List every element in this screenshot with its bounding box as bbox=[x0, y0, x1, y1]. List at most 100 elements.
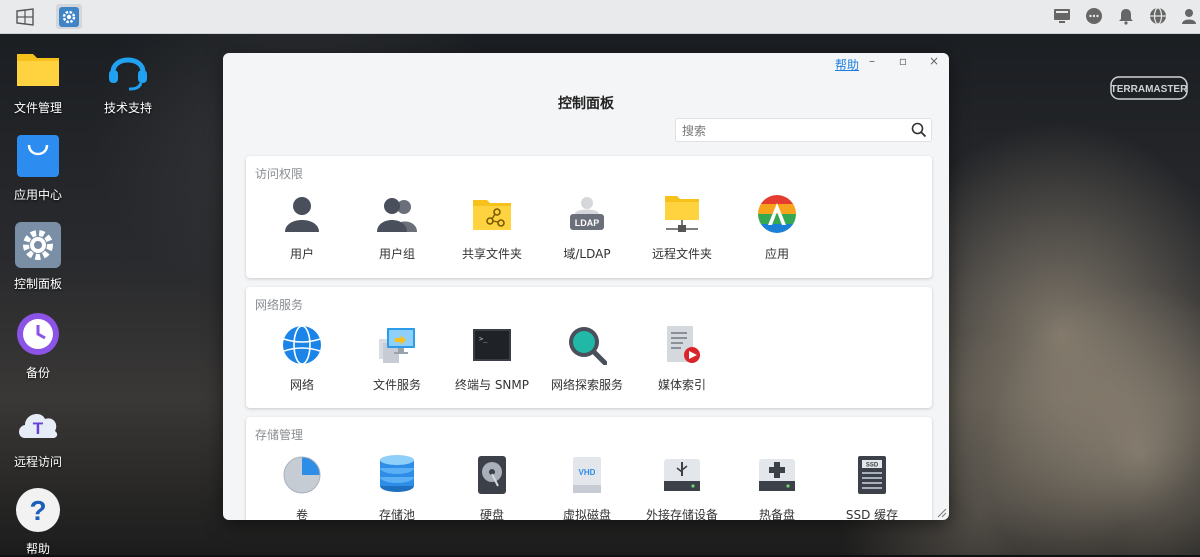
item-label: 域/LDAP bbox=[563, 247, 611, 261]
desktop-icon-app-center[interactable]: 应用中心 bbox=[0, 133, 78, 203]
item-file-service[interactable]: 文件服务 bbox=[349, 325, 445, 393]
cloud-icon: T bbox=[19, 414, 58, 438]
window-title: 控制面板 bbox=[558, 96, 614, 112]
item-label: 外接存储设备 bbox=[645, 508, 718, 520]
item-user[interactable]: 用户 bbox=[254, 194, 350, 262]
item-label: 存储池 bbox=[378, 508, 415, 520]
desktop-icon-control-panel[interactable]: 控制面板 bbox=[0, 222, 78, 292]
search-input[interactable]: 搜索 bbox=[675, 118, 932, 142]
search-placeholder: 搜索 bbox=[682, 124, 707, 138]
item-label: 虚拟磁盘 bbox=[562, 508, 611, 520]
section-network: 网络服务 网络 文件服务 >_ 终端与 SNMP 网络探索服务 媒体索引 bbox=[246, 287, 932, 408]
taskbar bbox=[0, 0, 1200, 34]
desktop-icon-file-manager[interactable]: 文件管理 bbox=[0, 46, 78, 116]
item-virtual-disk[interactable]: VHD 虚拟磁盘 bbox=[539, 455, 635, 520]
desktop-icon-label: 文件管理 bbox=[13, 101, 62, 115]
desktop-icon-label: 备份 bbox=[25, 366, 50, 380]
maximize-button[interactable]: ▫ bbox=[896, 54, 910, 68]
file-service-icon bbox=[379, 328, 415, 363]
hard-disk-icon bbox=[478, 456, 506, 494]
item-label: 应用 bbox=[764, 247, 789, 261]
item-label: 卷 bbox=[295, 508, 308, 520]
item-label: 硬盘 bbox=[479, 508, 504, 520]
item-label: 热备盘 bbox=[758, 508, 795, 520]
control-panel-icon[interactable] bbox=[56, 4, 82, 29]
item-network-discovery[interactable]: 网络探索服务 bbox=[539, 325, 635, 393]
globe-icon[interactable] bbox=[1149, 7, 1167, 25]
section-title: 网络服务 bbox=[255, 298, 304, 312]
desktop-icon-label: 技术支持 bbox=[103, 101, 152, 115]
item-remote-folder[interactable]: 远程文件夹 bbox=[634, 194, 730, 262]
item-media-index[interactable]: 媒体索引 bbox=[634, 325, 730, 393]
apps-icon bbox=[758, 195, 796, 233]
item-ldap[interactable]: LDAP 域/LDAP bbox=[539, 194, 635, 262]
item-network[interactable]: 网络 bbox=[254, 325, 350, 393]
item-terminal-snmp[interactable]: >_ 终端与 SNMP bbox=[444, 325, 540, 393]
folder-icon bbox=[17, 54, 59, 86]
item-hot-spare[interactable]: 热备盘 bbox=[729, 455, 825, 520]
desktop-icon-label: 控制面板 bbox=[13, 277, 62, 291]
user-icon[interactable] bbox=[1180, 7, 1198, 25]
section-title: 存储管理 bbox=[255, 428, 304, 442]
item-label: 网络 bbox=[289, 378, 314, 392]
headset-icon bbox=[109, 57, 147, 91]
item-shared-folder[interactable]: 共享文件夹 bbox=[444, 194, 540, 262]
hot-spare-icon bbox=[759, 459, 795, 491]
gear-icon bbox=[15, 222, 61, 268]
item-apps[interactable]: 应用 bbox=[729, 194, 825, 262]
ldap-icon: LDAP bbox=[570, 197, 604, 230]
terramaster-logo: TERRAMASTER bbox=[1110, 76, 1188, 100]
usb-storage-icon bbox=[664, 459, 700, 491]
question-icon: ? bbox=[16, 488, 60, 532]
desktop-icon-help[interactable]: ? 帮助 bbox=[0, 487, 78, 557]
close-button[interactable]: × bbox=[927, 54, 941, 68]
item-label: 用户组 bbox=[378, 247, 415, 261]
vhd-icon: VHD bbox=[573, 457, 601, 493]
ssd-cache-icon: SSD bbox=[858, 456, 886, 494]
item-user-group[interactable]: 用户组 bbox=[349, 194, 445, 262]
desktop-icon-label: 帮助 bbox=[25, 542, 50, 556]
item-storage-pool[interactable]: 存储池 bbox=[349, 455, 445, 520]
user-group-icon bbox=[377, 198, 417, 232]
svg-text:?: ? bbox=[29, 495, 46, 526]
user-icon bbox=[285, 197, 319, 232]
item-label: 媒体索引 bbox=[657, 378, 706, 392]
item-external-storage[interactable]: 外接存储设备 bbox=[634, 455, 730, 520]
item-label: 文件服务 bbox=[372, 378, 421, 392]
item-hard-disk[interactable]: 硬盘 bbox=[444, 455, 540, 520]
item-volume[interactable]: 卷 bbox=[254, 455, 350, 520]
chat-icon[interactable] bbox=[1085, 7, 1103, 25]
desktop-icon-tech-support[interactable]: 技术支持 bbox=[88, 46, 168, 116]
monitor-icon[interactable] bbox=[1053, 7, 1071, 25]
item-label: 网络探索服务 bbox=[550, 378, 623, 392]
clock-icon bbox=[17, 313, 59, 355]
desktop-icon-backup[interactable]: 备份 bbox=[0, 311, 78, 381]
item-label: 用户 bbox=[289, 247, 314, 261]
section-access: 访问权限 用户 用户组 共享文件夹 LDAP 域/LDAP 远程文件夹 应用 bbox=[246, 156, 932, 278]
shared-folder-icon bbox=[473, 200, 511, 230]
shopping-bag-icon bbox=[17, 135, 59, 177]
remote-folder-icon bbox=[665, 196, 699, 232]
desktop-icon-remote-access[interactable]: T 远程访问 bbox=[0, 400, 78, 470]
svg-text:TERRAMASTER: TERRAMASTER bbox=[1111, 84, 1188, 95]
windows-icon[interactable] bbox=[12, 4, 38, 29]
resize-handle[interactable] bbox=[935, 506, 947, 518]
svg-text:LDAP: LDAP bbox=[575, 218, 600, 228]
magnifier-icon bbox=[569, 327, 608, 366]
storage-pool-icon bbox=[380, 455, 414, 492]
search-icon[interactable] bbox=[911, 122, 927, 138]
control-panel-window: 帮助 – ▫ × 控制面板 搜索 访问权限 用户 用户组 共享文件夹 LDAP … bbox=[223, 53, 949, 520]
item-label: 远程文件夹 bbox=[651, 247, 712, 261]
minimize-button[interactable]: – bbox=[865, 54, 879, 68]
item-ssd-cache[interactable]: SSD SSD 缓存 bbox=[824, 455, 920, 520]
desktop-icon-label: 应用中心 bbox=[13, 188, 62, 202]
desktop-icon-label: 远程访问 bbox=[13, 455, 62, 469]
svg-text:T: T bbox=[33, 419, 44, 438]
help-link[interactable]: 帮助 bbox=[835, 56, 859, 73]
pie-volume-icon bbox=[283, 456, 321, 494]
item-label: 共享文件夹 bbox=[461, 247, 522, 261]
terminal-icon: >_ bbox=[473, 329, 511, 361]
svg-text:>_: >_ bbox=[479, 335, 488, 343]
bell-icon[interactable] bbox=[1117, 7, 1135, 25]
section-storage: 存储管理 卷 存储池 硬盘 VHD 虚拟磁盘 外接存储设备 热备盘 SSD SS… bbox=[246, 417, 932, 520]
